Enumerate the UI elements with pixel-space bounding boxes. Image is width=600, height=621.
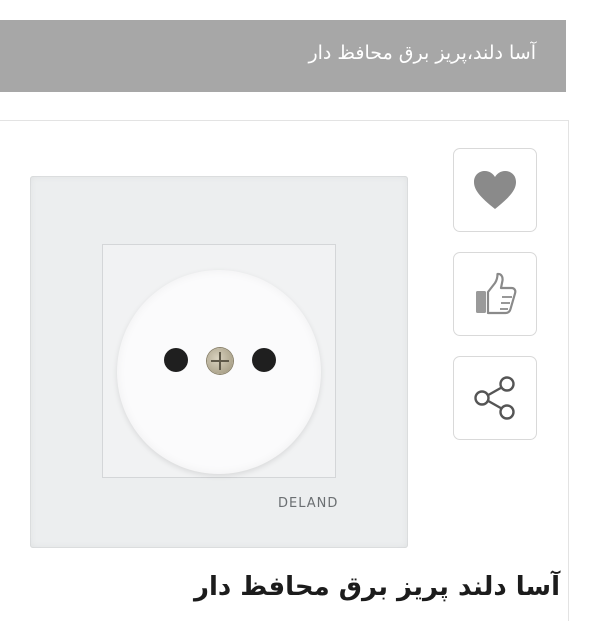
wishlist-button[interactable] [453,148,537,232]
heart-icon [472,169,518,211]
thumbs-up-icon [472,271,518,317]
product-image[interactable]: DELAND [30,176,408,548]
page-title: آسا دلند،پریز برق محافظ دار [308,42,536,64]
brand-label: DELAND [278,496,339,511]
like-button[interactable] [453,252,537,336]
socket-pin-hole-right [252,348,276,372]
socket-pin-hole-left [164,348,188,372]
product-title: آسا دلند پریز برق محافظ دار [194,572,560,602]
socket-screw [207,348,233,374]
page-title-bar: آسا دلند،پریز برق محافظ دار [0,20,566,92]
share-icon [471,374,519,422]
share-button[interactable] [453,356,537,440]
